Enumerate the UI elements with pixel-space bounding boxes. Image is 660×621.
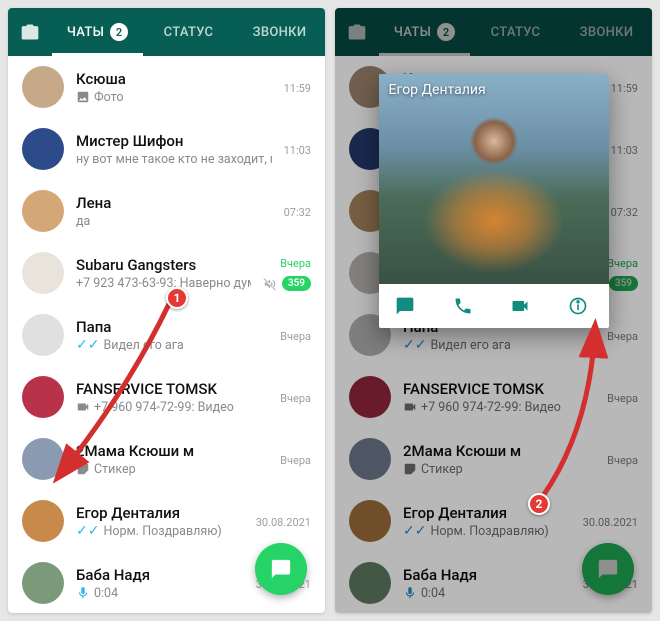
chat-preview-text: Стикер xyxy=(94,462,136,477)
avatar[interactable] xyxy=(22,376,64,418)
chat-name: Баба Надя xyxy=(76,566,244,584)
tab-calls[interactable]: ЗВОНКИ xyxy=(234,8,325,56)
chat-preview-text: Норм. Поздравляю) xyxy=(103,524,221,539)
mic-icon xyxy=(76,586,90,600)
chat-time: Вчера xyxy=(280,454,311,467)
camera-icon[interactable] xyxy=(8,22,52,42)
avatar[interactable] xyxy=(22,438,64,480)
tab-chats-label: ЧАТЫ xyxy=(67,25,104,40)
contact-photo[interactable]: Егор Денталия xyxy=(379,74,609,284)
chat-preview-text: Фото xyxy=(94,90,124,105)
contact-card: Егор Денталия xyxy=(379,74,609,328)
chat-name: Мистер Шифон xyxy=(76,132,272,150)
chat-row[interactable]: Ксюша Фото 11:59 xyxy=(8,56,325,118)
chat-list: Ксюша Фото 11:59 Мистер Шифон ну вот мне… xyxy=(8,56,325,613)
tabs: ЧАТЫ 2 СТАТУС ЗВОНКИ xyxy=(52,8,325,56)
chat-row[interactable]: Папа ✓✓ Видел его ага Вчера xyxy=(8,304,325,366)
contact-name: Егор Денталия xyxy=(389,82,486,98)
info-icon[interactable] xyxy=(568,296,592,316)
photo-icon xyxy=(76,90,90,104)
video-icon xyxy=(76,400,90,414)
video-call-icon[interactable] xyxy=(510,296,534,316)
avatar[interactable] xyxy=(22,562,64,604)
chat-preview-text: да xyxy=(76,214,90,229)
call-icon[interactable] xyxy=(453,296,477,316)
muted-icon xyxy=(263,277,277,291)
chat-row[interactable]: Мистер Шифон ну вот мне такое кто не зах… xyxy=(8,118,325,180)
tab-status[interactable]: СТАТУС xyxy=(143,8,234,56)
chat-preview-text: 0:04 xyxy=(94,586,118,601)
chat-name: Лена xyxy=(76,194,272,212)
avatar[interactable] xyxy=(22,128,64,170)
phone-left: ЧАТЫ 2 СТАТУС ЗВОНКИ Ксюша Фото 11:59 Ми… xyxy=(8,8,325,613)
message-icon[interactable] xyxy=(395,296,419,316)
chat-name: FANSERVICE TOMSK xyxy=(76,380,268,398)
unread-badge: 359 xyxy=(282,276,311,291)
chat-name: Папа xyxy=(76,318,268,336)
chat-row[interactable]: FANSERVICE TOMSK +7 960 974-72-99: Видео… xyxy=(8,366,325,428)
app-header: ЧАТЫ 2 СТАТУС ЗВОНКИ xyxy=(8,8,325,56)
chat-preview-text: +7 923 473-63-93: Наверно дума… xyxy=(76,276,251,291)
chat-time: Вчера xyxy=(280,392,311,405)
chat-time: 07:32 xyxy=(284,206,311,219)
chat-row[interactable]: 2Мама Ксюши м Стикер Вчера xyxy=(8,428,325,490)
chat-time: Вчера xyxy=(280,330,311,343)
avatar[interactable] xyxy=(22,500,64,542)
read-ticks-icon: ✓✓ xyxy=(76,338,99,352)
chat-name: Ксюша xyxy=(76,70,272,88)
new-chat-fab[interactable] xyxy=(255,543,307,595)
chat-time: 30.08.2021 xyxy=(256,516,311,529)
contact-preview-overlay[interactable]: Егор Денталия xyxy=(335,8,652,613)
step-marker-1: 1 xyxy=(166,287,188,309)
sticker-icon xyxy=(76,462,90,476)
chat-name: Егор Денталия xyxy=(76,504,244,522)
phone-right: ЧАТЫ 2 СТАТУС ЗВОНКИ Ксюша Фото 11:59 Ми… xyxy=(335,8,652,613)
tab-chats-badge: 2 xyxy=(110,23,128,41)
chat-preview-text: ну вот мне такое кто не заходит, мне… xyxy=(76,152,272,167)
read-ticks-icon: ✓✓ xyxy=(76,524,99,538)
chat-name: 2Мама Ксюши м xyxy=(76,442,268,460)
avatar[interactable] xyxy=(22,66,64,108)
chat-preview-text: Видел его ага xyxy=(103,338,183,353)
avatar[interactable] xyxy=(22,314,64,356)
avatar[interactable] xyxy=(22,190,64,232)
step-marker-2: 2 xyxy=(528,493,550,515)
chat-time: Вчера xyxy=(280,257,311,270)
chat-name: Subaru Gangsters xyxy=(76,256,251,274)
contact-actions xyxy=(379,284,609,328)
chat-time: 11:59 xyxy=(284,82,311,95)
chat-preview-text: +7 960 974-72-99: Видео xyxy=(94,400,234,415)
avatar[interactable] xyxy=(22,252,64,294)
tab-chats[interactable]: ЧАТЫ 2 xyxy=(52,8,143,56)
chat-row[interactable]: Лена да 07:32 xyxy=(8,180,325,242)
chat-time: 11:03 xyxy=(284,144,311,157)
